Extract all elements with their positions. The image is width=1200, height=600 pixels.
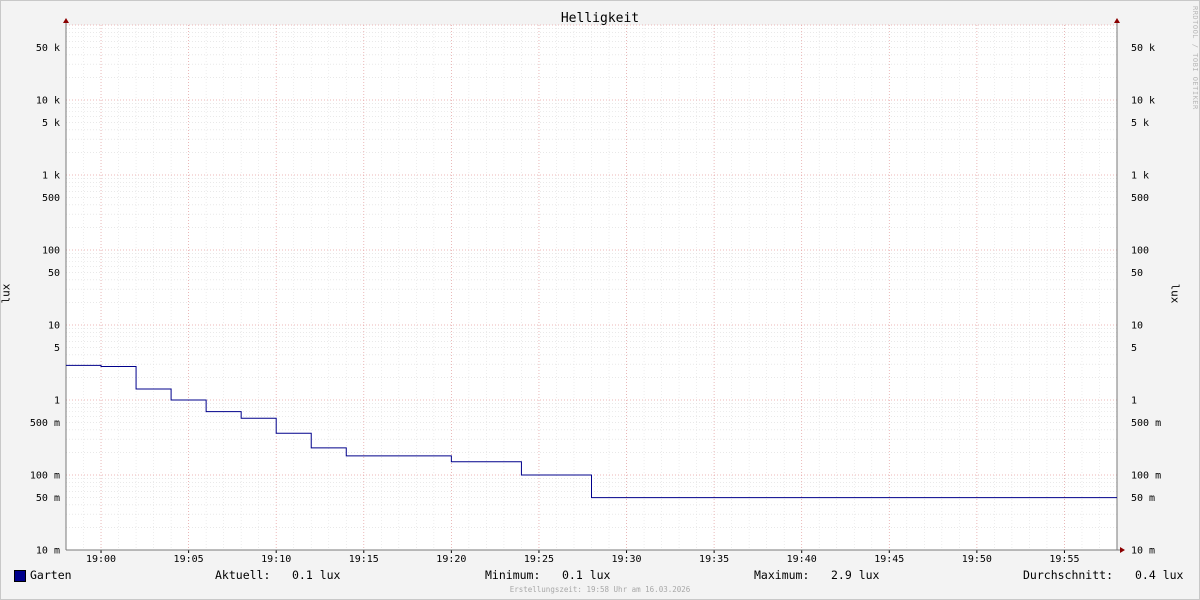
- y-tick-label-right: 10 k: [1131, 96, 1155, 107]
- y-tick-label-left: 50: [48, 268, 60, 279]
- y-tick-label-left: 100: [42, 246, 60, 257]
- legend-swatch: [14, 570, 26, 582]
- y-tick-label-right: 1: [1131, 396, 1137, 407]
- y-tick-label-left: 10 k: [36, 96, 60, 107]
- x-tick-label: 19:00: [86, 554, 116, 565]
- y-tick-label-right: 1 k: [1131, 171, 1149, 182]
- x-tick-label: 19:10: [261, 554, 291, 565]
- y-tick-label-left: 10: [48, 321, 60, 332]
- legend-min-value: 0.1 lux: [562, 568, 611, 582]
- legend-max-label: Maximum:: [754, 568, 810, 582]
- y-tick-label-right: 5: [1131, 343, 1137, 354]
- x-tick-label: 19:50: [962, 554, 992, 565]
- x-tick-label: 19:25: [524, 554, 554, 565]
- x-tick-label: 19:15: [349, 554, 379, 565]
- y-tick-label-right: 100 m: [1131, 471, 1161, 482]
- y-tick-label-left: 1 k: [42, 171, 60, 182]
- x-tick-label: 19:05: [174, 554, 204, 565]
- creation-time-footer: Erstellungszeit: 19:58 Uhr am 16.03.2026: [509, 585, 691, 594]
- chart-svg: 19:00 19:05 19:10 19:15 19:20 19:25 19:30 19:35…: [30, 18, 1161, 565]
- y-tick-label-left: 100 m: [30, 471, 60, 482]
- y-axis-label-right: lux: [1168, 283, 1182, 304]
- y-tick-label-left: 1: [54, 396, 60, 407]
- y-tick-label-right: 5 k: [1131, 118, 1149, 129]
- y-tick-label-right: 10: [1131, 321, 1143, 332]
- y-tick-label-right: 500: [1131, 193, 1149, 204]
- y-tick-label-right: 100: [1131, 246, 1149, 257]
- x-tick-label: 19:45: [874, 554, 904, 565]
- legend-series-name: Garten: [30, 568, 72, 582]
- legend-avg-value: 0.4 lux: [1135, 568, 1184, 582]
- y-tick-label-left: 500: [42, 193, 60, 204]
- y-tick-label-left: 50 m: [36, 493, 60, 504]
- chart-title: Helligkeit: [560, 11, 640, 26]
- x-tick-label: 19:20: [436, 554, 466, 565]
- watermark: RRDTOOL / TOBI OETIKER: [1191, 6, 1199, 110]
- legend: Garten Aktuell: 0.1 lux Minimum: 0.1 lux…: [0, 568, 1200, 584]
- x-tick-label: 19:40: [787, 554, 817, 565]
- legend-current-label: Aktuell:: [215, 568, 271, 582]
- y-axis-label-left: lux: [0, 283, 13, 304]
- legend-current-value: 0.1 lux: [292, 568, 341, 582]
- y-tick-label-left: 500 m: [30, 418, 60, 429]
- x-tick-label: 19:30: [611, 554, 641, 565]
- y-tick-label-right: 10 m: [1131, 546, 1155, 557]
- legend-avg-label: Durchschnitt:: [1023, 568, 1114, 582]
- y-tick-label-left: 10 m: [36, 546, 60, 557]
- y-tick-label-right: 50 k: [1131, 43, 1155, 54]
- legend-max-value: 2.9 lux: [831, 568, 880, 582]
- y-tick-label-left: 5 k: [42, 118, 60, 129]
- x-axis-arrow: [1120, 547, 1125, 553]
- y-tick-label-left: 50 k: [36, 43, 60, 54]
- x-tick-label: 19:55: [1049, 554, 1079, 565]
- x-tick-label: 19:35: [699, 554, 729, 565]
- y-tick-label-right: 50 m: [1131, 493, 1155, 504]
- y-tick-label-left: 5: [54, 343, 60, 354]
- y-tick-label-right: 500 m: [1131, 418, 1161, 429]
- y-tick-label-right: 50: [1131, 268, 1143, 279]
- legend-min-label: Minimum:: [485, 568, 541, 582]
